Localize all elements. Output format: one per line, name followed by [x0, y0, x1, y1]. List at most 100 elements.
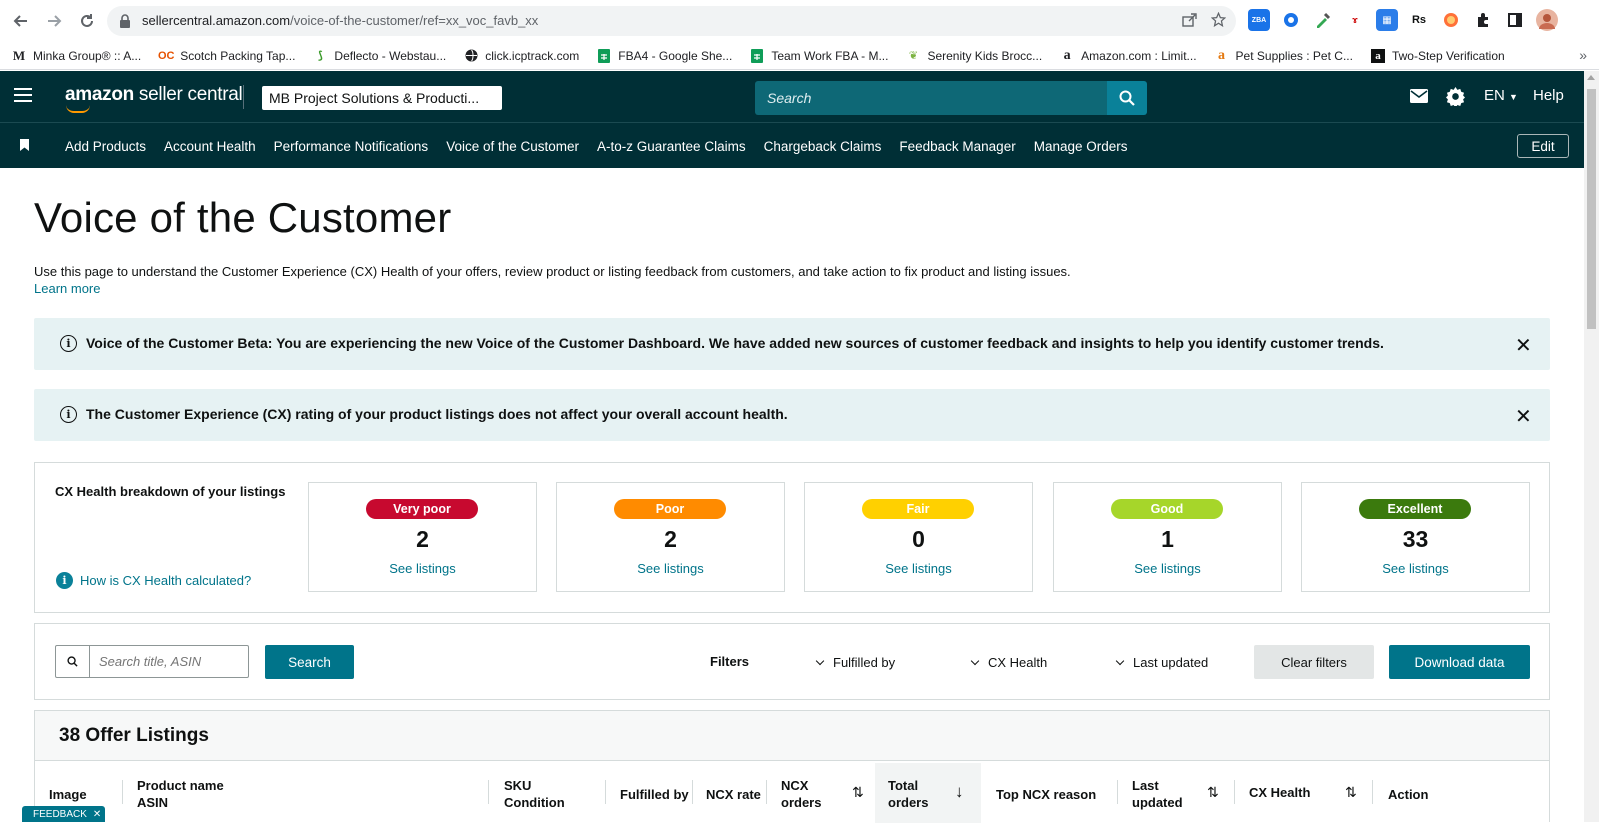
nav-account-health[interactable]: Account Health [164, 139, 256, 154]
column-divider [122, 780, 123, 804]
bookmark-item[interactable]: a Amazon.com : Limit... [1060, 47, 1197, 63]
header-divider [243, 85, 244, 109]
bookmark-item[interactable]: FBA4 - Google She... [597, 48, 732, 63]
status-badge: Excellent [1359, 499, 1471, 519]
address-bar[interactable]: sellercentral.amazon.com/voice-of-the-cu… [107, 6, 1236, 36]
extension-keepa-icon[interactable]: ▦ [1376, 9, 1398, 31]
sort-descending-icon[interactable]: ↓ [955, 782, 964, 802]
status-badge: Fair [862, 499, 974, 519]
nav-performance-notifications[interactable]: Performance Notifications [274, 139, 429, 154]
bookmark-item[interactable]: M Minka Group® :: A... [12, 48, 141, 63]
see-listings-link[interactable]: See listings [309, 561, 536, 576]
edit-nav-button[interactable]: Edit [1517, 134, 1569, 158]
sort-toggle-icon[interactable]: ⇅ [852, 784, 864, 801]
see-listings-link[interactable]: See listings [1054, 561, 1281, 576]
close-icon[interactable]: ✕ [93, 809, 101, 820]
header-search-button[interactable] [1107, 81, 1147, 115]
bookmark-item[interactable]: Team Work FBA - M... [750, 48, 888, 63]
see-listings-link[interactable]: See listings [557, 561, 784, 576]
extension-helm-icon[interactable] [1280, 9, 1302, 31]
bookmark-item[interactable]: click.icptrack.com [464, 49, 579, 63]
extension-rs-icon[interactable]: Rs [1408, 9, 1430, 31]
cx-rating-info-banner: i The Customer Experience (CX) rating of… [34, 389, 1550, 441]
last-updated-dropdown[interactable]: Last updated [1115, 655, 1209, 670]
amazon-icon: a [1063, 47, 1071, 63]
scroll-up-icon[interactable] [1587, 75, 1595, 80]
status-badge: Very poor [366, 499, 478, 519]
search-button[interactable]: Search [265, 645, 354, 679]
status-badge: Poor [614, 499, 726, 519]
bookmark-item[interactable]: ⟆ Deflecto - Webstau... [313, 49, 446, 63]
help-link[interactable]: Help [1533, 87, 1564, 104]
dropdown-label: Last updated [1133, 655, 1209, 670]
listing-search-input[interactable] [91, 646, 248, 677]
scrollbar-thumb[interactable] [1587, 89, 1596, 329]
feedback-tab[interactable]: FEEDBACK ✕ [22, 806, 105, 822]
bookmark-item[interactable]: a Pet Supplies : Pet C... [1215, 48, 1353, 63]
column-header-fulfilled-by: Fulfilled by [620, 787, 689, 802]
extensions-puzzle-icon[interactable] [1472, 9, 1494, 31]
nav-voice-of-the-customer[interactable]: Voice of the Customer [446, 139, 579, 154]
fulfilled-by-dropdown[interactable]: Fulfilled by [815, 655, 895, 670]
cx-health-panel: CX Health breakdown of your listings i H… [34, 462, 1550, 613]
profile-avatar[interactable] [1536, 9, 1558, 31]
nav-add-products[interactable]: Add Products [65, 139, 146, 154]
amazon-seller-central-logo[interactable]: amazon seller central [65, 84, 243, 106]
hamburger-menu-icon[interactable] [14, 88, 32, 102]
reload-icon[interactable] [75, 9, 99, 33]
column-header-sku: SKU Condition [504, 778, 565, 810]
extension-cursive-icon[interactable]: ɤ [1344, 9, 1366, 31]
settings-gear-icon[interactable] [1446, 87, 1465, 110]
bookmark-icon[interactable] [20, 139, 29, 151]
extension-eyedropper-icon[interactable] [1312, 9, 1334, 31]
extension-orange-icon[interactable] [1440, 9, 1462, 31]
nav-feedback-manager[interactable]: Feedback Manager [899, 139, 1015, 154]
forward-icon[interactable] [42, 9, 66, 33]
cx-count: 2 [416, 526, 429, 552]
chevron-down-icon [815, 656, 825, 666]
column-divider [1372, 780, 1373, 804]
cx-count: 33 [1402, 526, 1429, 552]
see-listings-link[interactable]: See listings [805, 561, 1032, 576]
column-header-product-name[interactable]: Product name ASIN [137, 777, 224, 811]
extension-zba-icon[interactable]: ZBA [1248, 9, 1270, 31]
bookmark-item[interactable]: ❦ Serenity Kids Brocc... [906, 49, 1042, 63]
account-switcher[interactable]: MB Project Solutions & Producti... [262, 86, 502, 110]
clear-filters-button[interactable]: Clear filters [1254, 645, 1374, 679]
sort-toggle-icon[interactable]: ⇅ [1345, 784, 1357, 801]
column-header-ncx-orders[interactable]: NCX orders [781, 777, 821, 811]
nav-chargeback-claims[interactable]: Chargeback Claims [764, 139, 882, 154]
cx-count: 2 [664, 526, 677, 552]
cx-health-dropdown[interactable]: CX Health [970, 655, 1048, 670]
download-data-button[interactable]: Download data [1389, 645, 1530, 679]
header-search-input[interactable]: Search [755, 81, 1107, 115]
sidepanel-icon[interactable] [1504, 9, 1526, 31]
bookmark-star-icon[interactable] [1210, 11, 1227, 31]
nav-manage-orders[interactable]: Manage Orders [1034, 139, 1128, 154]
chevron-down-icon [1115, 656, 1125, 666]
bookmark-item[interactable]: a Two-Step Verification [1370, 48, 1505, 63]
more-bookmarks-icon[interactable]: » [1579, 47, 1587, 63]
learn-more-link[interactable]: Learn more [34, 281, 100, 296]
close-icon[interactable]: ✕ [1515, 333, 1532, 358]
column-header-action: Action [1388, 787, 1429, 802]
mail-icon[interactable] [1410, 89, 1428, 107]
nav-a-to-z-claims[interactable]: A-to-z Guarantee Claims [597, 139, 746, 154]
cx-count: 0 [912, 526, 925, 552]
column-header-cx-health[interactable]: CX Health [1249, 784, 1310, 801]
share-icon[interactable] [1182, 12, 1197, 31]
column-header-total-orders[interactable]: Total orders [888, 777, 928, 811]
sort-toggle-icon[interactable]: ⇅ [1207, 784, 1219, 801]
cx-count: 1 [1161, 526, 1174, 552]
search-icon [1119, 90, 1135, 106]
how-cx-health-link[interactable]: i How is CX Health calculated? [56, 572, 251, 589]
close-icon[interactable]: ✕ [1515, 404, 1532, 429]
bookmark-item[interactable]: OC Scotch Packing Tap... [158, 49, 295, 63]
lock-icon [120, 14, 130, 28]
column-header-last-updated[interactable]: Last updated [1132, 777, 1183, 811]
language-selector[interactable]: EN ▼ [1484, 87, 1518, 104]
see-listings-link[interactable]: See listings [1302, 561, 1529, 576]
page-scrollbar[interactable] [1584, 71, 1599, 822]
dropdown-label: CX Health [988, 655, 1048, 670]
back-icon[interactable] [9, 9, 33, 33]
